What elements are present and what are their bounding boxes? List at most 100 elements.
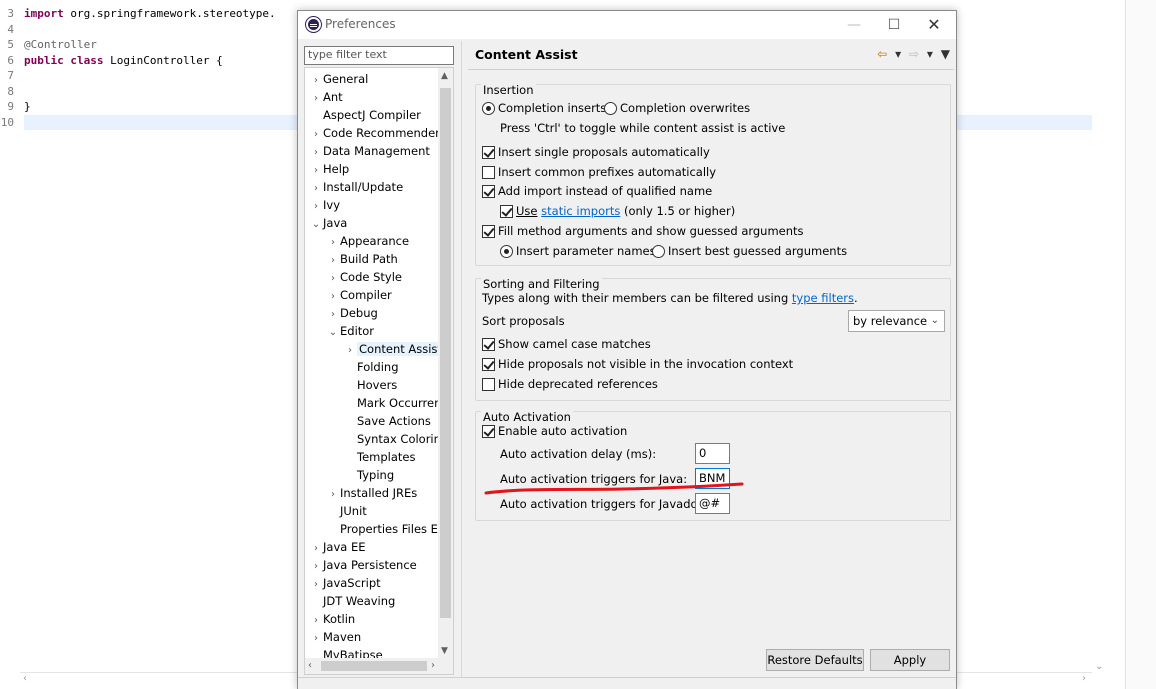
tree-item[interactable]: Mark Occurren [343,394,441,412]
chevron-down-icon[interactable]: ⌄ [309,216,323,234]
scroll-right-icon[interactable]: › [431,660,435,671]
add-import-checkbox[interactable]: Add import instead of qualified name [482,183,712,199]
tree-vertical-scrollbar[interactable]: ▲ ▼ [438,68,453,658]
line-number: 4 [7,22,14,36]
minimize-icon[interactable]: — [834,14,874,36]
tree-item[interactable]: › Code Recommenders [309,124,446,142]
scroll-down-icon[interactable]: ▼ [441,646,448,656]
tree-item[interactable]: › Ant [309,88,343,106]
checkbox-icon [482,338,495,351]
page-header: Content Assist ⇦ ▾ ⇨ ▾ ▼ [468,44,952,68]
tree-item[interactable]: JDT Weaving [309,592,395,610]
tree-item[interactable]: › Ivy [309,196,340,214]
tree-item[interactable]: › Maven [309,628,361,646]
hide-not-visible-checkbox[interactable]: Hide proposals not visible in the invoca… [482,356,793,372]
scroll-thumb[interactable] [321,661,427,671]
tree-item[interactable]: › Build Path [326,250,398,268]
tree-item[interactable]: › Data Management [309,142,430,160]
javadoc-triggers-input[interactable]: @# [695,493,730,514]
tree-item[interactable]: AspectJ Compiler [309,106,421,124]
checkbox-icon [482,425,495,438]
insert-common-checkbox[interactable]: Insert common prefixes automatically [482,164,716,180]
tree-item[interactable]: ⌄ Java [309,214,348,234]
tree-item[interactable]: › Help [309,160,349,178]
checkbox-icon [482,378,495,391]
tree-item-label: Properties Files Ed [340,522,446,536]
checkbox-label: Use [516,204,538,218]
tree-item[interactable]: Typing [343,466,394,484]
tree-item[interactable]: › Installed JREs [326,484,417,502]
insert-best-guessed-radio[interactable]: Insert best guessed arguments [652,243,847,259]
dialog-titlebar[interactable]: Preferences — ☐ ✕ [298,11,956,39]
tree-item[interactable]: › Appearance [326,232,409,250]
editor-vertical-scrollbar[interactable]: ⌄ [1092,0,1108,672]
tree-item[interactable]: › Java Persistence [309,556,417,574]
scroll-right-icon[interactable]: › [1082,673,1086,684]
camel-case-checkbox[interactable]: Show camel case matches [482,336,651,352]
type-filters-link[interactable]: type filters [792,291,854,305]
insert-param-names-radio[interactable]: Insert parameter names [500,243,656,259]
auto-activation-group-title: Auto Activation [481,410,573,424]
tree-item[interactable]: › Install/Update [309,178,403,196]
view-menu-icon[interactable]: ▼ [941,47,950,61]
restore-defaults-button[interactable]: Restore Defaults [766,649,864,671]
tree-item[interactable]: Properties Files Ed [326,520,445,538]
scroll-up-icon[interactable]: ▲ [441,71,448,81]
tree-item-label: Typing [357,468,395,482]
enable-auto-activation-checkbox[interactable]: Enable auto activation [482,423,627,439]
tree-item[interactable]: Folding [343,358,399,376]
completion-overwrites-radio[interactable]: Completion overwrites [604,100,750,116]
chevron-down-icon[interactable]: ⌄ [326,324,340,342]
code-token: public [24,53,64,67]
tree-item[interactable]: Hovers [343,376,397,394]
scroll-left-icon[interactable]: ‹ [308,660,312,671]
sort-proposals-select[interactable]: by relevance ⌄ [848,310,945,332]
code-token: class [70,53,104,67]
scroll-down-icon[interactable]: ⌄ [1095,661,1103,672]
filter-input[interactable]: type filter text [304,46,454,65]
insert-single-checkbox[interactable]: Insert single proposals automatically [482,144,710,160]
tree-horizontal-scrollbar[interactable]: ‹ › [305,658,453,674]
tree-item[interactable]: › Code Style [326,268,402,286]
preferences-tree[interactable]: › General › Ant AspectJ Compiler › Code Recomm… [304,67,454,675]
tree-item-label: AspectJ Compiler [323,108,421,122]
tree-item-label: Help [323,162,350,176]
tree-item[interactable]: › Content Assist [343,340,444,358]
maximize-icon[interactable]: ☐ [874,14,914,36]
close-icon[interactable]: ✕ [914,14,954,36]
tree-item[interactable]: JUnit [326,502,367,520]
use-static-imports-checkbox[interactable]: Use static imports (only 1.5 or higher) [500,203,735,219]
tree-item[interactable]: › General [309,70,368,88]
scroll-left-icon[interactable]: ‹ [23,673,27,684]
tree-item[interactable]: Save Actions [343,412,431,430]
tree-item[interactable]: ⌄ Editor [326,322,374,340]
tree-item[interactable]: Templates [343,448,415,466]
tree-item-label: Content Assist [357,342,444,356]
forward-dropdown-icon[interactable]: ▾ [927,47,933,61]
forward-arrow-icon[interactable]: ⇨ [909,47,919,61]
tree-item[interactable]: › Debug [326,304,378,322]
back-arrow-icon[interactable]: ⇦ [877,47,887,61]
delay-input[interactable]: 0 [695,443,730,464]
tree-item[interactable]: › JavaScript [309,574,381,592]
hide-deprecated-checkbox[interactable]: Hide deprecated references [482,376,658,392]
tree-item-label: Build Path [340,252,398,266]
completion-inserts-radio[interactable]: Completion inserts [482,100,606,116]
tree-item[interactable]: Syntax Coloring [343,430,448,448]
radio-label: Insert best guessed arguments [668,244,848,258]
tree-item-label: Ant [323,90,343,104]
pane-divider[interactable] [461,41,462,689]
tree-item[interactable]: › Compiler [326,286,392,304]
static-imports-link[interactable]: static imports [541,204,620,218]
tree-item-label: Kotlin [323,612,356,626]
fill-method-checkbox[interactable]: Fill method arguments and show guessed a… [482,223,804,239]
tree-item-label: Installed JREs [340,486,418,500]
tree-item[interactable]: › Kotlin [309,610,355,628]
static-imports-note: (only 1.5 or higher) [624,204,736,218]
code-token: @Controller [24,38,97,51]
apply-button[interactable]: Apply [870,649,950,671]
back-dropdown-icon[interactable]: ▾ [895,47,901,61]
scroll-thumb[interactable] [440,88,451,618]
tree-item[interactable]: › Java EE [309,538,365,556]
tree-item-label: General [323,72,369,86]
